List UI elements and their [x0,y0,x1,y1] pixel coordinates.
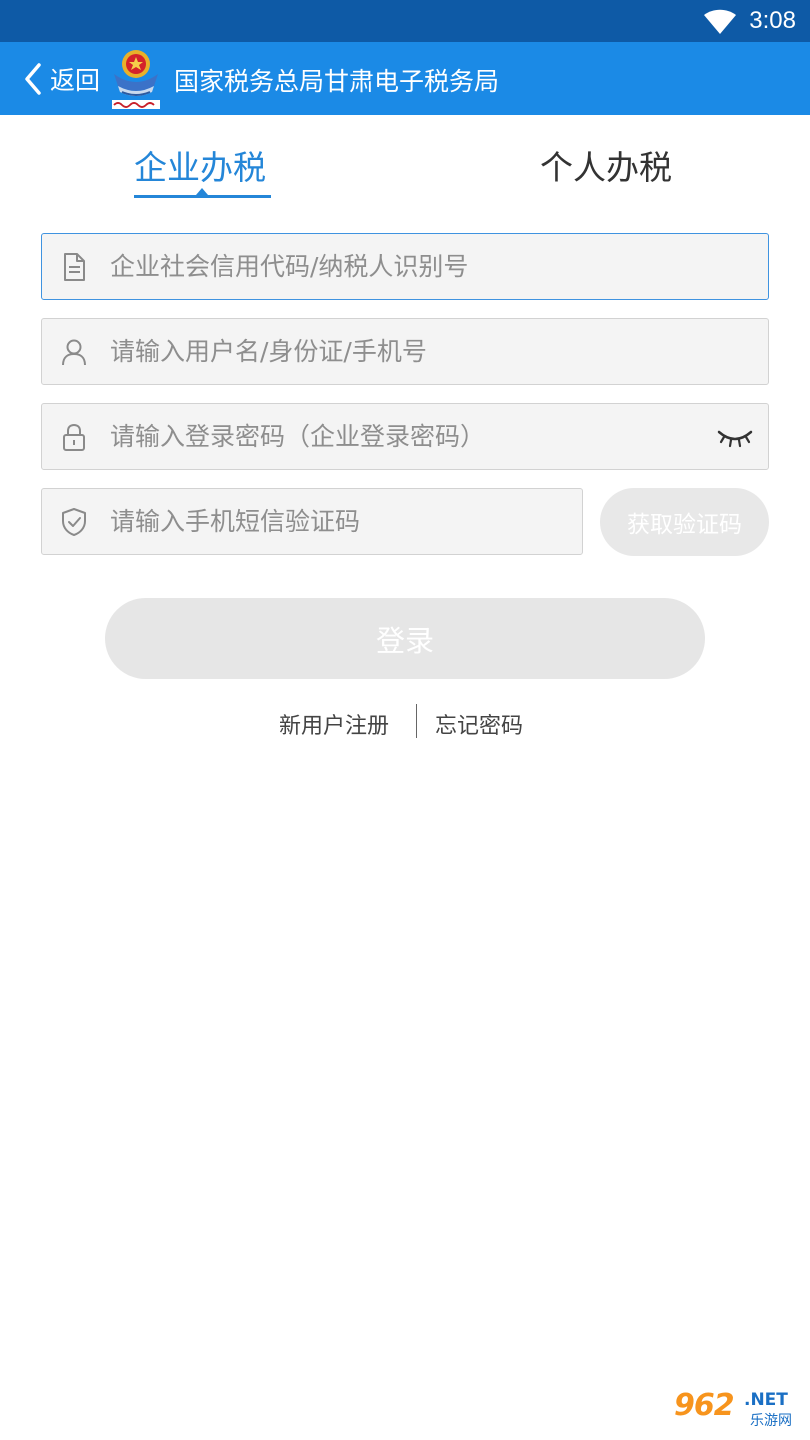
wifi-icon [704,9,736,34]
back-label: 返回 [50,66,101,95]
watermark-number: 962 [674,1388,735,1423]
credit-code-field[interactable] [41,233,769,300]
links-divider [416,704,417,738]
app-title: 国家税务总局甘肃电子税务局 [174,67,500,96]
watermark-logo: 962 .NET 乐游网 [668,1388,804,1432]
login-tabs: 企业办税 个人办税 [0,115,810,210]
back-button[interactable]: 返回 [22,56,100,102]
tab-personal[interactable]: 个人办税 [540,141,672,189]
watermark-text: 乐游网 [750,1413,792,1429]
document-icon [64,252,85,281]
app-bar: 返回 国家税务总局甘肃电子税务局 [0,42,810,115]
password-input[interactable] [110,404,768,469]
credit-code-input[interactable] [110,234,768,299]
status-time: 3:08 [749,7,796,34]
active-tab-caret [196,188,208,195]
username-field[interactable] [41,318,769,385]
tax-emblem-icon [112,50,160,109]
account-links: 新用户注册 忘记密码 [0,704,810,740]
shield-check-icon [62,507,86,536]
watermark-domain: .NET [744,1390,788,1410]
tab-enterprise[interactable]: 企业办税 [134,141,266,189]
lock-icon [63,423,85,451]
status-bar: 3:08 [0,0,810,42]
active-tab-indicator [134,195,271,198]
get-code-button[interactable]: 获取验证码 [600,488,769,556]
username-input[interactable] [110,319,768,384]
register-link[interactable]: 新用户注册 [279,708,389,740]
sms-code-input[interactable] [110,489,582,554]
password-field[interactable] [41,403,769,470]
sms-code-field[interactable] [41,488,583,555]
eye-closed-icon[interactable] [716,422,754,452]
chevron-left-icon [25,63,41,95]
login-button[interactable]: 登录 [105,598,705,679]
user-icon [62,339,86,365]
forgot-password-link[interactable]: 忘记密码 [435,708,523,740]
